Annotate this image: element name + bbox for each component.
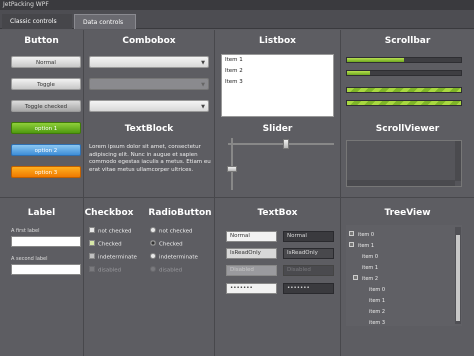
divider — [0, 197, 474, 198]
tab-classic-controls[interactable]: Classic controls — [2, 14, 72, 29]
textbox-disabled: Disabled — [226, 265, 277, 276]
list-item[interactable]: Item 2 — [222, 66, 333, 77]
heading-listbox: Listbox — [259, 36, 296, 46]
first-label-input[interactable] — [11, 236, 81, 247]
vertical-slider-thumb[interactable] — [227, 165, 237, 172]
scrollbar-fill — [347, 88, 461, 92]
checkbox-box — [89, 266, 95, 272]
tree-item[interactable]: item 1 — [369, 298, 385, 304]
radio-checked[interactable]: Checked — [150, 240, 183, 248]
radio-not-checked[interactable]: not checked — [150, 227, 193, 235]
listbox[interactable]: Item 1 Item 2 Item 3 — [221, 54, 334, 117]
textblock-paragraph: Lorem ipsum dolor sit amet, consectetur … — [89, 144, 211, 173]
treeview-scrollbar[interactable] — [455, 227, 461, 324]
checkbox-disabled: disabled — [89, 266, 121, 274]
scrollbar-1[interactable] — [346, 57, 462, 63]
second-label: A second label — [11, 256, 48, 262]
textbox-readonly[interactable]: IsReadOnly — [226, 248, 277, 259]
scrollviewer-hscroll[interactable] — [347, 180, 455, 186]
checkbox-box — [89, 227, 95, 233]
divider — [214, 30, 215, 356]
tree-item[interactable]: item 0 — [369, 287, 385, 293]
expand-toggle-icon[interactable] — [349, 242, 354, 247]
horizontal-slider-thumb[interactable] — [283, 139, 289, 149]
scrollbar-fill — [347, 58, 404, 62]
tree-item[interactable]: item 2 — [369, 309, 385, 315]
radio-circle — [150, 227, 156, 233]
tree-item[interactable]: item 2 — [353, 275, 378, 282]
password-field-dark[interactable]: ••••••• — [283, 283, 334, 294]
heading-checkbox: Checkbox — [84, 208, 134, 218]
tree-item[interactable]: item 1 — [362, 265, 378, 271]
tree-item[interactable]: item 0 — [349, 231, 374, 238]
tab-data-controls[interactable]: Data controls — [74, 14, 136, 29]
textbox-normal[interactable]: Normal — [226, 231, 277, 242]
toggle-button[interactable]: Toggle — [11, 78, 81, 90]
combobox-2[interactable]: ▼ — [89, 100, 209, 112]
scrollviewer[interactable] — [346, 140, 462, 187]
checkbox-box — [89, 253, 95, 259]
checkbox-not-checked[interactable]: not checked — [89, 227, 132, 235]
textbox-readonly-dark[interactable]: IsReadOnly — [283, 248, 334, 259]
heading-textbox: TextBox — [257, 208, 298, 218]
chevron-down-icon: ▼ — [201, 82, 205, 88]
heading-combobox: Combobox — [122, 36, 176, 46]
divider — [340, 30, 341, 356]
expand-toggle-icon[interactable] — [349, 231, 354, 236]
tree-item[interactable]: item 0 — [362, 254, 378, 260]
treeview-scroll-thumb[interactable] — [456, 235, 460, 321]
scrollbar-3[interactable] — [346, 87, 462, 93]
second-label-input[interactable] — [11, 264, 81, 275]
first-label: A first label — [11, 228, 40, 234]
radio-disabled: disabled — [150, 266, 182, 274]
expand-toggle-icon[interactable] — [353, 275, 358, 280]
scrollbar-4[interactable] — [346, 100, 462, 106]
checkbox-indeterminate[interactable]: indeterminate — [89, 253, 137, 261]
password-field[interactable]: ••••••• — [226, 283, 277, 294]
horizontal-slider-track[interactable] — [228, 143, 334, 145]
textbox-disabled-dark: Disabled — [283, 265, 334, 276]
combobox-1[interactable]: ▼ — [89, 56, 209, 68]
option-1-button[interactable]: option 1 — [11, 122, 81, 134]
textbox-normal-dark[interactable]: Normal — [283, 231, 334, 242]
toggle-checked-button[interactable]: Toggle checked — [11, 100, 81, 112]
heading-scrollviewer: ScrollViewer — [375, 124, 440, 134]
divider — [83, 30, 84, 356]
radio-indeterminate[interactable]: indeterminate — [150, 253, 198, 261]
vertical-slider-track[interactable] — [231, 138, 233, 190]
tree-item[interactable]: item 1 — [349, 242, 374, 249]
radio-circle — [150, 240, 156, 246]
combobox-disabled: ▼ — [89, 78, 209, 90]
list-item[interactable]: Item 1 — [222, 55, 333, 66]
list-item[interactable]: Item 3 — [222, 77, 333, 88]
heading-button: Button — [24, 36, 59, 46]
heading-scrollbar: Scrollbar — [384, 36, 431, 46]
chevron-down-icon: ▼ — [201, 104, 205, 110]
tree-item[interactable]: item 3 — [369, 320, 385, 326]
scrollviewer-vscroll[interactable] — [455, 141, 461, 181]
heading-treeview: TreeView — [384, 208, 431, 218]
radio-circle — [150, 266, 156, 272]
heading-radiobutton: RadioButton — [148, 208, 212, 218]
option-3-button[interactable]: option 3 — [11, 166, 81, 178]
heading-slider: Slider — [262, 124, 293, 134]
window-title: JetPacking WPF — [0, 0, 474, 10]
normal-button[interactable]: Normal — [11, 56, 81, 68]
heading-label: Label — [27, 208, 56, 218]
scrollbar-fill — [347, 71, 370, 75]
scrollbar-2[interactable] — [346, 70, 462, 76]
tab-bar: Classic controls Data controls — [0, 10, 474, 29]
checkbox-checked[interactable]: Checked — [89, 240, 122, 248]
scrollbar-fill — [347, 101, 461, 105]
option-2-button[interactable]: option 2 — [11, 144, 81, 156]
check-icon — [89, 240, 95, 246]
radio-circle — [150, 253, 156, 259]
chevron-down-icon: ▼ — [201, 60, 205, 66]
heading-textblock: TextBlock — [124, 124, 174, 134]
